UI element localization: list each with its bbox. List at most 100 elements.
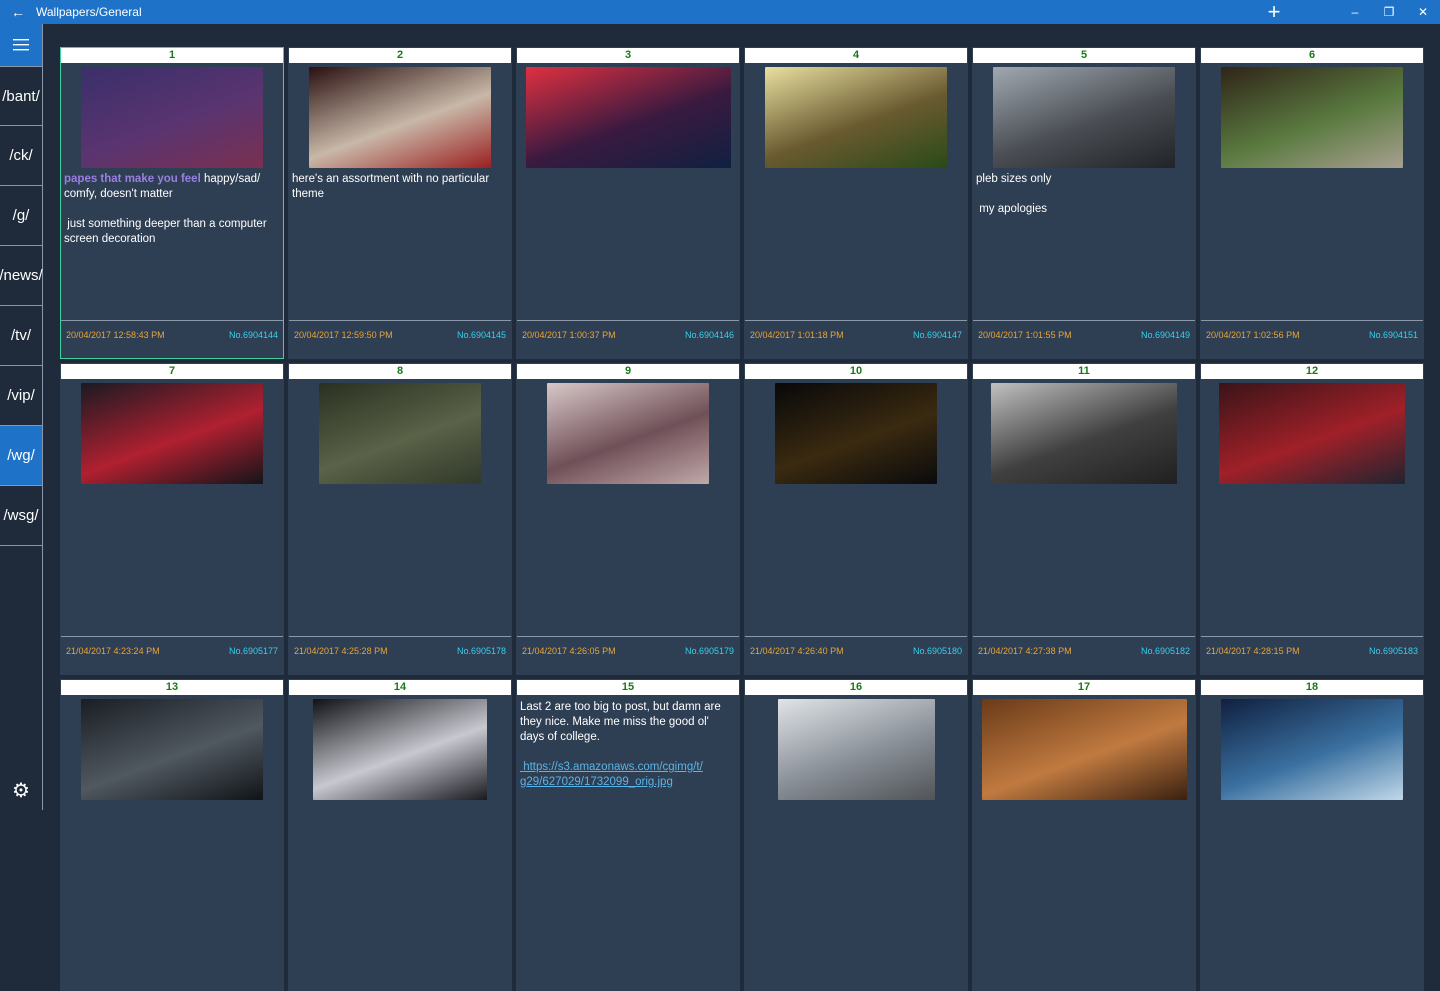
post-date: 20/04/2017 1:00:37 PM — [522, 330, 616, 340]
post-number[interactable]: No.6905180 — [913, 646, 962, 656]
thread-card[interactable]: 3 20/04/2017 1:00:37 PM No.6904146 — [516, 47, 740, 359]
thread-thumbnail[interactable] — [319, 383, 481, 484]
hamburger-menu-icon[interactable] — [0, 24, 42, 66]
thread-card[interactable]: 2 here's an assortment with no particular… — [288, 47, 512, 359]
post-date: 21/04/2017 4:28:15 PM — [1206, 646, 1300, 656]
post-date: 21/04/2017 4:26:40 PM — [750, 646, 844, 656]
thread-card[interactable]: 12 21/04/2017 4:28:15 PM No.6905183 — [1200, 363, 1424, 675]
thread-thumbnail[interactable] — [526, 67, 731, 168]
thread-card[interactable]: 15 Last 2 are too big to post, but damn a… — [516, 679, 740, 991]
post-date: 21/04/2017 4:26:05 PM — [522, 646, 616, 656]
thread-footer: 21/04/2017 4:28:15 PM No.6905183 — [1201, 636, 1423, 674]
thread-card[interactable]: 1 papes that make you feel happy/sad/ com… — [60, 47, 284, 359]
thread-thumbnail[interactable] — [775, 383, 937, 484]
thread-thumbnail[interactable] — [1219, 383, 1405, 484]
thread-card[interactable]: 8 21/04/2017 4:25:28 PM No.6905178 — [288, 363, 512, 675]
post-date: 20/04/2017 12:59:50 PM — [294, 330, 393, 340]
window-title: Wallpapers/General — [36, 5, 142, 19]
thread-number: 4 — [745, 48, 967, 63]
thread-card[interactable]: 11 21/04/2017 4:27:38 PM No.6905182 — [972, 363, 1196, 675]
thread-footer: 21/04/2017 4:26:05 PM No.6905179 — [517, 636, 739, 674]
thread-card[interactable]: 16 — [744, 679, 968, 991]
post-number[interactable]: No.6905182 — [1141, 646, 1190, 656]
sidebar: /bant/ /ck/ /g/ /news/ /tv/ /vip/ /wg/ /… — [0, 24, 43, 810]
thread-card[interactable]: 14 — [288, 679, 512, 991]
board-item[interactable]: /bant/ — [0, 66, 42, 126]
back-arrow-icon[interactable]: ← — [0, 0, 36, 24]
thread-footer: 21/04/2017 4:26:40 PM No.6905180 — [745, 636, 967, 674]
thread-number: 16 — [745, 680, 967, 695]
thread-thumbnail[interactable] — [993, 67, 1175, 168]
post-number[interactable]: No.6905177 — [229, 646, 278, 656]
thread-footer: 20/04/2017 1:01:18 PM No.6904147 — [745, 320, 967, 358]
thread-card[interactable]: 7 21/04/2017 4:23:24 PM No.6905177 — [60, 363, 284, 675]
post-number[interactable]: No.6904147 — [913, 330, 962, 340]
thread-footer: 21/04/2017 4:23:24 PM No.6905177 — [61, 636, 283, 674]
thread-number: 3 — [517, 48, 739, 63]
thread-card[interactable]: 9 21/04/2017 4:26:05 PM No.6905179 — [516, 363, 740, 675]
board-item[interactable]: /vip/ — [0, 366, 42, 426]
thread-number: 2 — [289, 48, 511, 63]
post-date: 21/04/2017 4:27:38 PM — [978, 646, 1072, 656]
thread-number: 9 — [517, 364, 739, 379]
thread-number: 14 — [289, 680, 511, 695]
thread-link[interactable]: https://s3.amazonaws.com/cgimg/t/ g29/62… — [520, 761, 703, 788]
thread-thumbnail[interactable] — [991, 383, 1177, 484]
thread-thumbnail[interactable] — [547, 383, 709, 484]
post-number[interactable]: No.6905179 — [685, 646, 734, 656]
thread-card[interactable]: 13 — [60, 679, 284, 991]
thread-subject: papes that make you feel — [64, 173, 201, 185]
thread-number: 5 — [973, 48, 1195, 63]
post-number[interactable]: No.6904144 — [229, 330, 278, 340]
thread-number: 11 — [973, 364, 1195, 379]
restore-icon[interactable]: ❐ — [1372, 0, 1406, 24]
thread-footer: 20/04/2017 12:58:43 PM No.6904144 — [61, 320, 283, 358]
thread-card[interactable]: 5 pleb sizes only my apologies 20/04/2017 … — [972, 47, 1196, 359]
thread-footer: 21/04/2017 4:25:28 PM No.6905178 — [289, 636, 511, 674]
plus-icon[interactable]: + — [1254, 0, 1294, 24]
post-number[interactable]: No.6904151 — [1369, 330, 1418, 340]
board-item[interactable]: /tv/ — [0, 306, 42, 366]
thread-comment: pleb sizes only my apologies — [976, 173, 1052, 215]
thread-number: 7 — [61, 364, 283, 379]
gear-icon[interactable]: ⚙ — [10, 780, 32, 802]
thread-thumbnail[interactable] — [81, 67, 263, 168]
post-date: 20/04/2017 1:01:18 PM — [750, 330, 844, 340]
thread-card[interactable]: 17 — [972, 679, 1196, 991]
thread-card[interactable]: 10 21/04/2017 4:26:40 PM No.6905180 — [744, 363, 968, 675]
thread-number: 18 — [1201, 680, 1423, 695]
thread-card[interactable]: 4 20/04/2017 1:01:18 PM No.6904147 — [744, 47, 968, 359]
thread-thumbnail[interactable] — [982, 699, 1187, 800]
thread-thumbnail[interactable] — [765, 67, 947, 168]
thread-footer: 20/04/2017 1:00:37 PM No.6904146 — [517, 320, 739, 358]
thread-number: 6 — [1201, 48, 1423, 63]
thread-footer: 20/04/2017 12:59:50 PM No.6904145 — [289, 320, 511, 358]
thread-card[interactable]: 18 — [1200, 679, 1424, 991]
thread-number: 12 — [1201, 364, 1423, 379]
board-item[interactable]: /ck/ — [0, 126, 42, 186]
thread-card[interactable]: 6 20/04/2017 1:02:56 PM No.6904151 — [1200, 47, 1424, 359]
thread-thumbnail[interactable] — [81, 699, 263, 800]
board-item-active[interactable]: /wg/ — [0, 426, 42, 486]
thread-thumbnail[interactable] — [313, 699, 487, 800]
close-icon[interactable]: ✕ — [1406, 0, 1440, 24]
thread-thumbnail[interactable] — [1221, 67, 1403, 168]
post-number[interactable]: No.6904149 — [1141, 330, 1190, 340]
thread-comment: papes that make you feel happy/sad/ comf… — [64, 173, 267, 245]
board-item[interactable]: /g/ — [0, 186, 42, 246]
thread-thumbnail[interactable] — [1221, 699, 1403, 800]
thread-thumbnail[interactable] — [81, 383, 263, 484]
board-item[interactable]: /news/ — [0, 246, 43, 306]
post-date: 20/04/2017 12:58:43 PM — [66, 330, 165, 340]
minimize-icon[interactable]: – — [1338, 0, 1372, 24]
post-number[interactable]: No.6904146 — [685, 330, 734, 340]
thread-thumbnail[interactable] — [309, 67, 491, 168]
post-number[interactable]: No.6904145 — [457, 330, 506, 340]
title-bar: ← Wallpapers/General + – ❐ ✕ — [0, 0, 1440, 24]
post-number[interactable]: No.6905178 — [457, 646, 506, 656]
thread-thumbnail[interactable] — [778, 699, 935, 800]
post-number[interactable]: No.6905183 — [1369, 646, 1418, 656]
thread-footer: 20/04/2017 1:01:55 PM No.6904149 — [973, 320, 1195, 358]
board-item[interactable]: /wsg/ — [0, 486, 42, 546]
thread-number: 13 — [61, 680, 283, 695]
